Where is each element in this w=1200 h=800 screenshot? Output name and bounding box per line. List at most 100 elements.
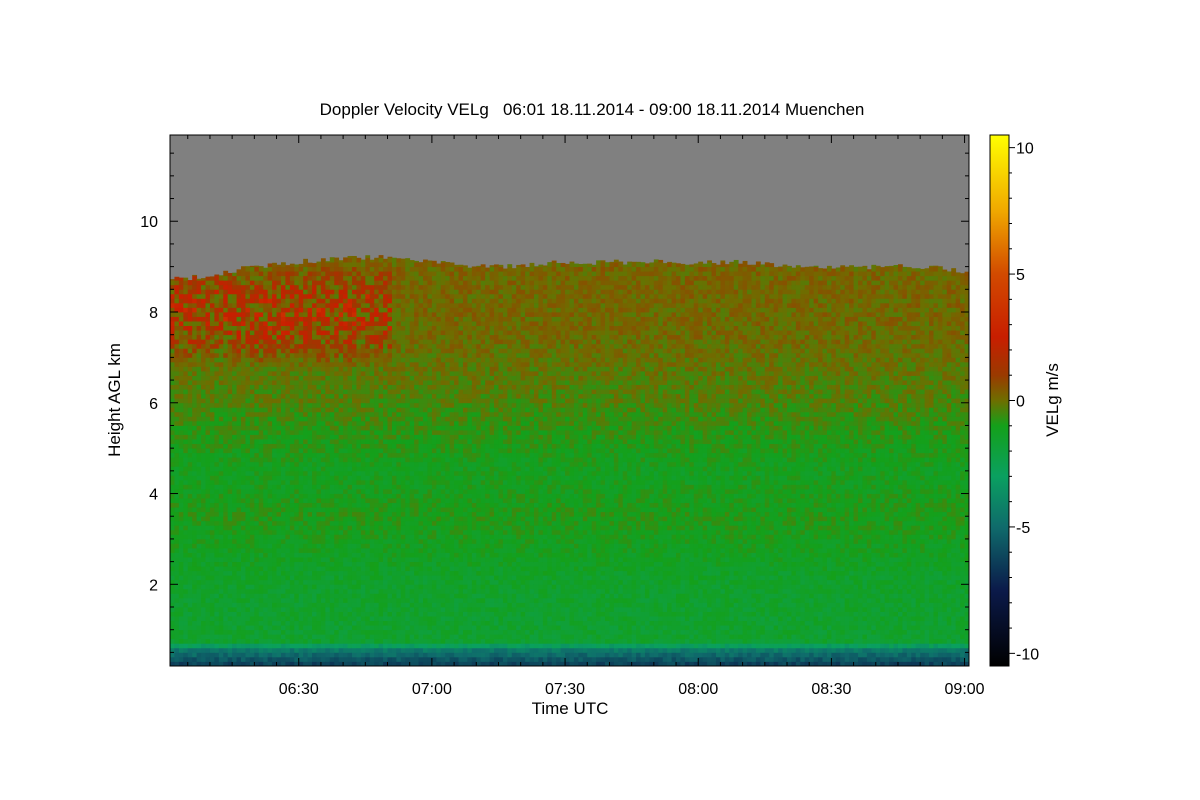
heatmap-cell bbox=[378, 525, 384, 531]
heatmap-cell bbox=[405, 597, 411, 603]
heatmap-cell bbox=[298, 566, 304, 572]
heatmap-cell bbox=[325, 525, 331, 531]
heatmap-cell bbox=[351, 493, 357, 499]
heatmap-cell bbox=[183, 461, 189, 467]
heatmap-cell bbox=[356, 575, 362, 581]
heatmap-cell bbox=[347, 271, 353, 277]
heatmap-cell bbox=[391, 561, 397, 567]
heatmap-cell bbox=[245, 280, 251, 286]
heatmap-cell bbox=[276, 602, 282, 608]
heatmap-cell bbox=[258, 557, 264, 563]
heatmap-cell bbox=[187, 597, 193, 603]
heatmap-cell bbox=[294, 647, 300, 653]
heatmap-cell bbox=[249, 575, 255, 581]
heatmap-cell bbox=[170, 475, 175, 481]
heatmap-cell bbox=[267, 656, 273, 662]
heatmap-cell bbox=[236, 656, 242, 662]
heatmap-cell bbox=[325, 448, 331, 454]
heatmap-cell bbox=[303, 298, 309, 304]
heatmap-cell bbox=[214, 375, 220, 381]
heatmap-cell bbox=[187, 607, 193, 612]
heatmap-cell bbox=[409, 511, 415, 517]
heatmap-cell bbox=[183, 520, 189, 526]
heatmap-cell bbox=[289, 452, 295, 458]
heatmap-cell bbox=[241, 575, 246, 581]
heatmap-cell bbox=[205, 489, 211, 494]
heatmap-cell bbox=[369, 312, 375, 317]
heatmap-cell bbox=[249, 339, 255, 345]
heatmap-cell bbox=[307, 262, 313, 268]
heatmap-cell bbox=[183, 425, 189, 431]
heatmap-cell bbox=[209, 489, 215, 494]
heatmap-cell bbox=[396, 416, 402, 422]
heatmap-cell bbox=[201, 620, 206, 626]
heatmap-cell bbox=[174, 597, 180, 603]
heatmap-cell bbox=[409, 357, 415, 363]
heatmap-cell bbox=[307, 307, 313, 313]
heatmap-cell bbox=[360, 361, 366, 367]
heatmap-cell bbox=[192, 525, 198, 531]
heatmap-cell bbox=[374, 611, 380, 617]
heatmap-cell bbox=[414, 443, 419, 449]
heatmap-cell bbox=[334, 484, 340, 490]
heatmap-cell bbox=[170, 498, 175, 504]
heatmap-cell bbox=[178, 366, 184, 372]
heatmap-cell bbox=[383, 280, 388, 286]
heatmap-cell bbox=[329, 307, 335, 313]
heatmap-cell bbox=[205, 434, 211, 440]
heatmap-cell bbox=[409, 575, 415, 581]
heatmap-cell bbox=[405, 534, 411, 540]
heatmap-cell bbox=[409, 602, 415, 608]
heatmap-cell bbox=[360, 384, 366, 390]
heatmap-cell bbox=[400, 411, 406, 417]
heatmap-cell bbox=[258, 448, 264, 454]
heatmap-cell bbox=[303, 643, 309, 649]
heatmap-cell bbox=[276, 289, 282, 295]
heatmap-cell bbox=[365, 656, 371, 662]
heatmap-cell bbox=[276, 398, 282, 404]
heatmap-cell bbox=[347, 257, 353, 263]
heatmap-cell bbox=[272, 484, 277, 490]
heatmap-cell bbox=[178, 638, 184, 644]
heatmap-cell bbox=[387, 575, 393, 581]
heatmap-cell bbox=[329, 434, 335, 440]
heatmap-cell bbox=[187, 511, 193, 517]
heatmap-cell bbox=[329, 321, 335, 327]
heatmap-cell bbox=[338, 312, 344, 317]
heatmap-cell bbox=[192, 366, 198, 372]
heatmap-cell bbox=[329, 443, 335, 449]
heatmap-cell bbox=[374, 452, 380, 458]
heatmap-cell bbox=[298, 529, 304, 535]
heatmap-cell bbox=[329, 275, 335, 281]
heatmap-cell bbox=[400, 312, 406, 317]
heatmap-cell bbox=[227, 416, 233, 422]
heatmap-cell bbox=[183, 302, 189, 308]
heatmap-cell bbox=[396, 538, 402, 544]
heatmap-cell bbox=[218, 597, 224, 603]
heatmap-cell bbox=[227, 557, 233, 563]
heatmap-cell bbox=[258, 566, 264, 572]
heatmap-cell bbox=[325, 629, 331, 635]
heatmap-cell bbox=[418, 593, 424, 599]
heatmap-cell bbox=[276, 411, 282, 417]
heatmap-cell bbox=[276, 321, 282, 327]
heatmap-cell bbox=[343, 616, 348, 622]
heatmap-cell bbox=[316, 352, 322, 358]
heatmap-cell bbox=[303, 434, 309, 440]
heatmap-cell bbox=[218, 339, 224, 345]
heatmap-cell bbox=[276, 593, 282, 599]
heatmap-cell bbox=[232, 616, 237, 622]
heatmap-cell bbox=[170, 597, 175, 603]
heatmap-cell bbox=[178, 602, 184, 608]
heatmap-cell bbox=[303, 529, 309, 535]
heatmap-cell bbox=[183, 330, 189, 336]
heatmap-cell bbox=[409, 470, 415, 476]
heatmap-cell bbox=[409, 361, 415, 367]
heatmap-cell bbox=[312, 371, 317, 376]
heatmap-cell bbox=[294, 475, 300, 481]
heatmap-cell bbox=[170, 643, 175, 649]
heatmap-cell bbox=[205, 529, 211, 535]
heatmap-cell bbox=[249, 475, 255, 481]
heatmap-cell bbox=[387, 566, 393, 572]
heatmap-cell bbox=[312, 430, 317, 435]
